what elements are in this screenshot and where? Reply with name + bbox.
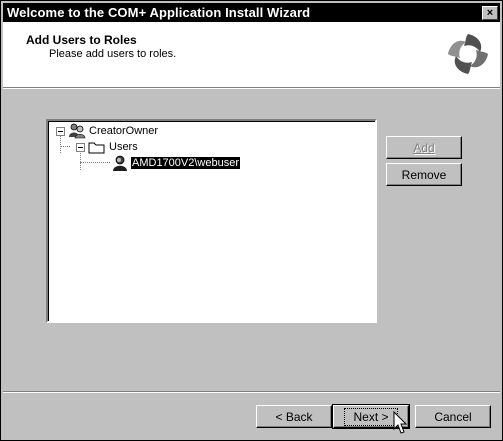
wizard-window: Welcome to the COM+ Application Install … <box>0 0 503 441</box>
tree-item-user-label: AMD1700V2\webuser <box>129 156 242 170</box>
remove-button[interactable]: Remove <box>386 163 462 186</box>
wizard-header: Add Users to Roles Please add users to r… <box>3 22 500 88</box>
back-button-label: < Back <box>275 409 313 424</box>
tree-item-role[interactable]: CreatorOwner <box>56 123 158 139</box>
tree-item-user[interactable]: AMD1700V2\webuser <box>110 155 242 171</box>
window-title: Welcome to the COM+ Application Install … <box>7 5 311 20</box>
folder-icon <box>88 142 105 154</box>
close-button[interactable]: × <box>482 5 498 20</box>
remove-button-label: Remove <box>401 167 447 182</box>
footer-divider <box>3 391 500 393</box>
back-button[interactable]: < Back <box>256 405 332 428</box>
page-title: Add Users to Roles <box>26 33 137 47</box>
tree-item-role-label: CreatorOwner <box>89 125 159 137</box>
collapse-toggle-icon[interactable] <box>76 142 85 152</box>
add-button[interactable]: Add <box>386 136 462 159</box>
page-subtitle: Please add users to roles. <box>49 48 177 60</box>
cancel-button-label: Cancel <box>434 409 472 424</box>
title-bar[interactable]: Welcome to the COM+ Application Install … <box>3 3 500 22</box>
collapse-toggle-icon[interactable] <box>56 126 65 136</box>
header-divider <box>3 88 500 89</box>
next-button-label: Next > <box>344 407 398 426</box>
cancel-button[interactable]: Cancel <box>415 405 491 428</box>
tree-item-folder[interactable]: Users <box>76 139 138 155</box>
role-icon <box>69 123 86 139</box>
add-button-label: Add <box>413 140 435 155</box>
user-icon <box>113 155 127 171</box>
tree-item-folder-label: Users <box>109 141 138 153</box>
roles-tree-view[interactable]: CreatorOwner Users AMD1700V2\webuser <box>46 119 377 323</box>
com-plus-swirl-icon <box>446 32 490 76</box>
mouse-cursor-icon <box>393 411 408 434</box>
